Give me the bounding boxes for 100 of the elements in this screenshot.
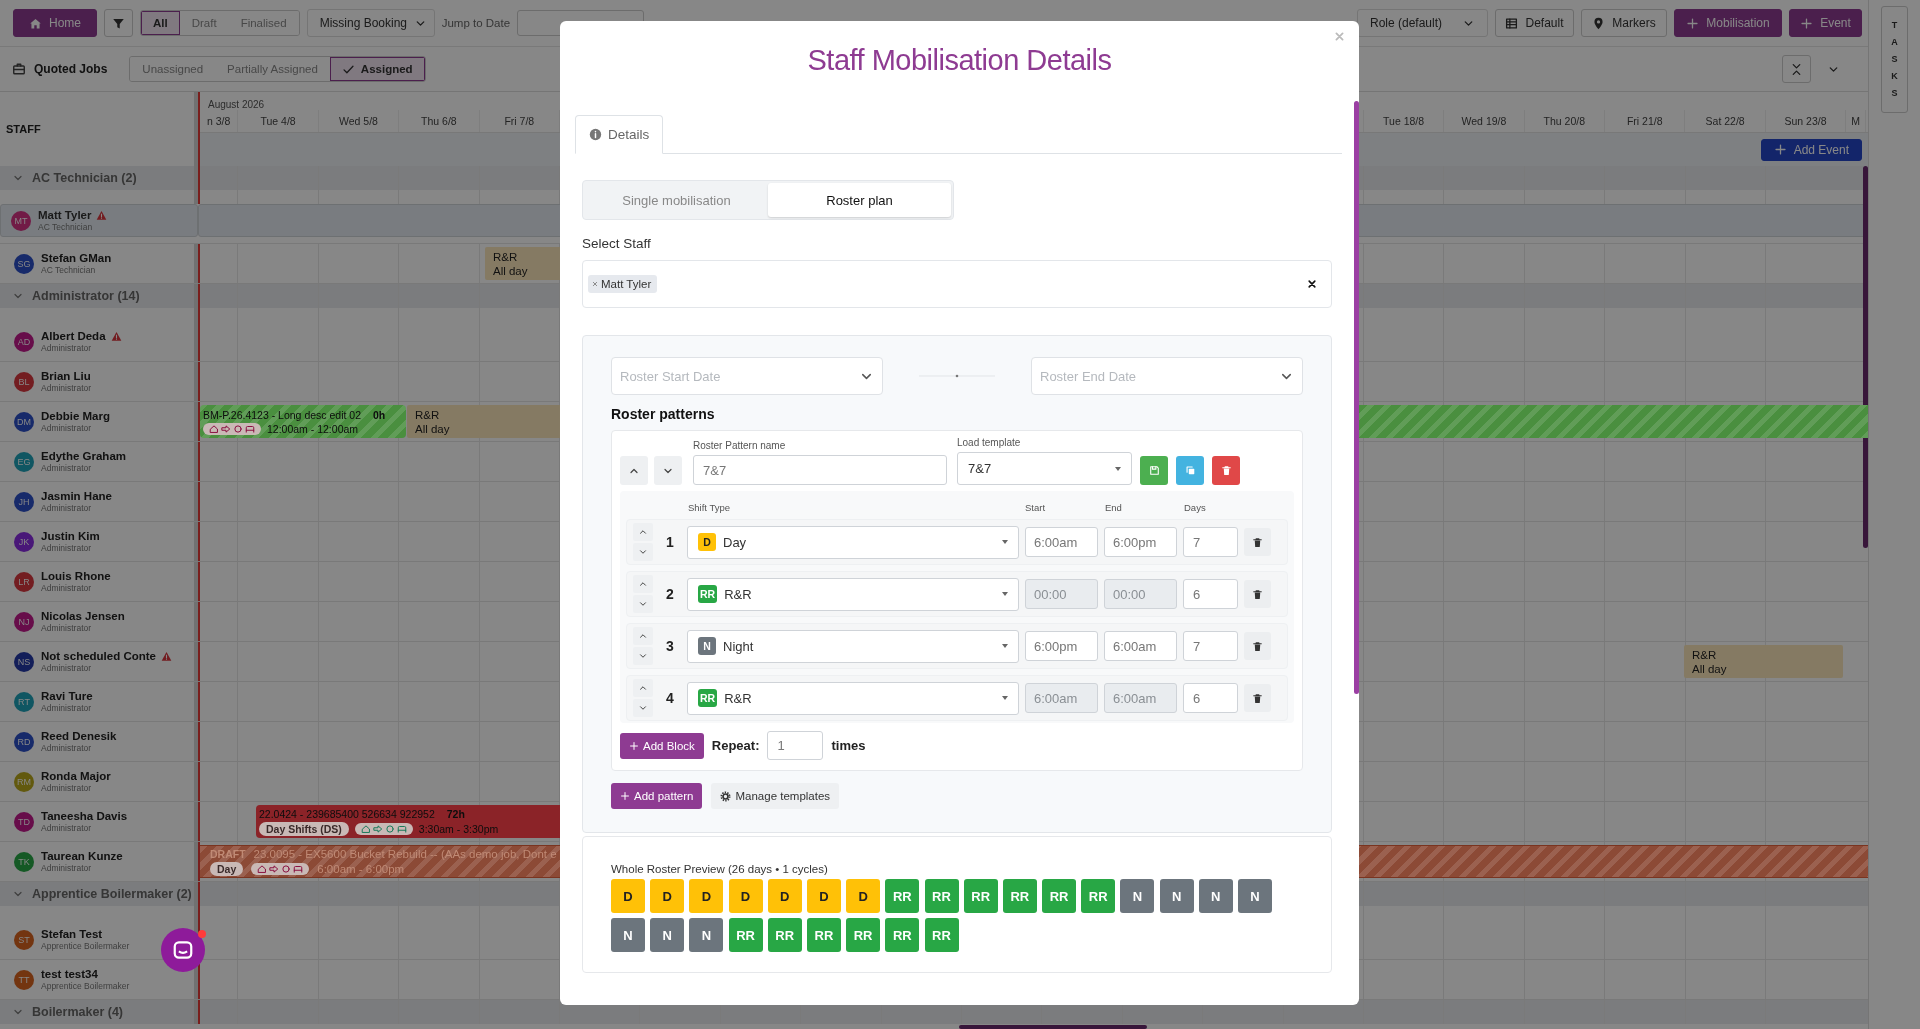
day-tile: N: [1120, 879, 1155, 913]
day-tile: N: [689, 918, 724, 952]
day-label: Wed 19/8: [1461, 115, 1507, 127]
staff-role: Administrator: [41, 663, 93, 673]
staff-role: Administrator: [41, 383, 92, 393]
select-staff-label: Select Staff: [582, 236, 652, 251]
avatar: NJ: [14, 611, 34, 632]
shift-badge: RR: [698, 689, 718, 707]
shift-pill: Day Shifts (DS): [259, 821, 349, 836]
day-label: Tue 4/8: [260, 115, 296, 127]
day-tile: RR: [846, 918, 881, 952]
staff-name: Ronda Major: [41, 770, 111, 782]
block-number: 2: [665, 586, 675, 602]
event-title: 23.0095 - EX5600 Bucket Rebuild -- (AAs demo job, Dont e: [253, 847, 557, 860]
column-label: Days: [1184, 502, 1206, 513]
avatar: AD: [14, 331, 34, 352]
day-label: Thu 6/8: [421, 115, 457, 127]
draft-label: DRAFT: [210, 847, 246, 860]
staff-role: Administrator: [41, 503, 93, 513]
staff-role: Apprentice Boilermaker: [41, 941, 130, 951]
day-label: Sun 23/8: [1784, 115, 1827, 127]
day-tile: N: [611, 918, 645, 952]
event-time: 12:00am - 12:00am: [267, 422, 359, 435]
avatar: LR: [14, 571, 34, 592]
day-tile: D: [806, 879, 841, 913]
avatar: TT: [14, 969, 34, 990]
staff-role: Administrator: [41, 783, 93, 793]
day-label: Thu 20/8: [1543, 115, 1586, 127]
staff-role: Apprentice Boilermaker: [41, 981, 130, 991]
avatar: JH: [14, 491, 34, 512]
avatar: JK: [14, 531, 34, 552]
event-title: 22.0424 - 239685400 526634 922952: [259, 807, 435, 820]
day-tile: RR: [728, 918, 763, 952]
event-title: BM-P.26.4123 - Long desc edit 02: [203, 408, 361, 421]
day-tile: RR: [885, 879, 920, 913]
block-number: 1: [665, 534, 675, 550]
leave-duration: All day: [1692, 662, 1728, 675]
staff-role: Administrator: [41, 823, 93, 833]
staff-name: Reed Denesik: [41, 730, 117, 742]
roster-patterns-heading: Roster patterns: [611, 406, 716, 422]
preview-title: Whole Roster Preview (26 days • 1 cycles): [611, 863, 829, 875]
column-label: Start: [1025, 502, 1046, 513]
day-tile: RR: [963, 879, 998, 913]
day-tile: D: [611, 879, 645, 913]
staff-name: Ravi Ture: [41, 690, 93, 702]
staff-role: AC Technician: [41, 265, 97, 275]
avatar: SG: [14, 253, 34, 274]
staff-name: Not scheduled Conte: [41, 650, 156, 662]
avatar: RT: [14, 691, 34, 712]
staff-name: Edythe Graham: [41, 450, 126, 462]
staff-name: Nicolas Jensen: [41, 610, 125, 622]
day-label: Tue 18/8: [1383, 115, 1425, 127]
day-tile: RR: [885, 918, 920, 952]
quoted-jobs-label: Quoted Jobs: [34, 62, 108, 76]
staff-role: Administrator: [41, 863, 93, 873]
avatar: TK: [14, 851, 34, 872]
staff-name: Taurean Kunze: [41, 850, 123, 862]
avatar: RD: [14, 731, 34, 752]
staff-name: Brian Liu: [41, 370, 91, 382]
staff-role: Administrator: [41, 583, 93, 593]
day-tile: RR: [924, 879, 959, 913]
pattern-name-label: Roster Pattern name: [693, 440, 787, 451]
avatar: TD: [14, 811, 34, 832]
times-label: times: [831, 738, 866, 753]
leave-duration: All day: [493, 264, 529, 277]
day-tile: D: [650, 879, 685, 913]
staff-name: Justin Kim: [41, 530, 100, 542]
staff-name: Jasmin Hane: [41, 490, 112, 502]
day-tile: D: [689, 879, 724, 913]
staff-name: Stefan GMan: [41, 252, 112, 264]
shift-badge: RR: [698, 585, 718, 603]
day-tile: RR: [1042, 879, 1077, 913]
staff-role: Administrator: [41, 343, 93, 353]
staff-name: Matt Tyler: [38, 209, 92, 221]
event-time: 3:30am - 3:30pm: [418, 822, 499, 835]
day-label: n 3/8: [207, 115, 231, 127]
block-number: 4: [665, 690, 675, 706]
repeat-label: Repeat:: [711, 738, 760, 753]
event-time: 6:00am - 6:00pm: [317, 862, 405, 875]
shift-badge: N: [698, 637, 716, 655]
month-label: August 2026: [207, 98, 266, 110]
load-template-label: Load template: [957, 437, 1022, 448]
staff-role: Administrator: [41, 463, 93, 473]
staff-name: Stefan Test: [41, 928, 103, 940]
day-tile: N: [1198, 879, 1233, 913]
day-tile: N: [650, 918, 685, 952]
day-label: M: [1851, 115, 1860, 127]
event-hours: 72h: [446, 807, 465, 820]
avatar: MT: [11, 210, 31, 231]
day-label: Sat 22/8: [1705, 115, 1745, 127]
avatar: BL: [14, 371, 34, 392]
leave-title: R&R: [415, 408, 441, 421]
avatar: ST: [14, 929, 34, 950]
column-label: End: [1105, 502, 1122, 513]
day-tile: RR: [1002, 879, 1037, 913]
avatar: NS: [14, 651, 34, 672]
avatar: RM: [14, 771, 34, 792]
column-label: Shift Type: [688, 502, 731, 513]
staff-name: Taneesha Davis: [41, 810, 128, 822]
day-tile: D: [728, 879, 763, 913]
